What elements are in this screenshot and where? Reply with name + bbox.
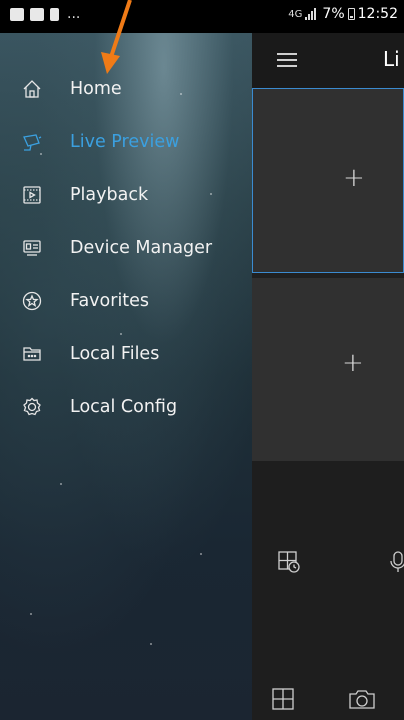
drawer-item-local-config[interactable]: Local Config (0, 381, 252, 433)
battery-percent: 7% (322, 6, 345, 22)
add-device-plus-icon[interactable]: + (342, 348, 364, 378)
grid-clock-icon[interactable] (278, 551, 300, 573)
gallery-notification-icon (10, 7, 24, 21)
control-panel (252, 461, 404, 720)
more-notifications-ellipsis: ... (67, 6, 81, 22)
grid-layout-icon[interactable] (272, 688, 294, 710)
clock: 12:52 (357, 6, 398, 22)
drawer-item-label: Favorites (70, 291, 150, 311)
drawer-item-live-preview[interactable]: Live Preview (0, 116, 252, 168)
drawer-item-local-files[interactable]: Local Files (0, 328, 252, 380)
drawer-item-label: Local Config (70, 397, 178, 417)
drawer-item-label: Home (70, 79, 122, 99)
status-bar: ... 4G 7% 12:52 (0, 0, 404, 33)
mail-notification-icon (30, 7, 44, 21)
notification-icons: ... (10, 6, 80, 22)
drawer-item-favorites[interactable]: Favorites (0, 275, 252, 327)
local-config-gear-icon (23, 397, 41, 416)
device-manager-icon (23, 240, 41, 256)
drawer-item-label: Local Files (70, 344, 160, 364)
camera-icon[interactable] (348, 688, 376, 710)
page-title: Li (383, 47, 400, 71)
system-status: 4G 7% 12:52 (288, 6, 398, 22)
home-icon (23, 80, 41, 98)
network-type: 4G (288, 8, 303, 20)
favorites-star-icon (22, 291, 42, 311)
microphone-icon[interactable] (390, 551, 404, 573)
playback-icon (23, 186, 41, 204)
phone-notification-icon (50, 7, 59, 21)
drawer-item-playback[interactable]: Playback (0, 169, 252, 221)
signal-strength-icon (305, 8, 319, 20)
navigation-drawer: Home Live Preview Playback Device Manage… (0, 33, 252, 720)
drawer-item-home[interactable]: Home (0, 63, 252, 115)
hamburger-menu-icon[interactable] (277, 53, 297, 67)
drawer-item-label: Live Preview (70, 132, 180, 152)
drawer-item-device-manager[interactable]: Device Manager (0, 222, 252, 274)
drawer-item-label: Playback (70, 185, 149, 205)
live-preview-screen: Li + + (252, 33, 404, 720)
video-cell-2[interactable]: + (252, 278, 404, 461)
app-header: Li (252, 33, 404, 88)
local-files-folder-icon (23, 347, 41, 361)
add-device-plus-icon[interactable]: + (343, 163, 365, 193)
live-camera-icon (23, 134, 42, 151)
video-cell-1[interactable]: + (252, 88, 404, 273)
battery-icon (347, 8, 355, 20)
drawer-item-label: Device Manager (70, 238, 213, 258)
